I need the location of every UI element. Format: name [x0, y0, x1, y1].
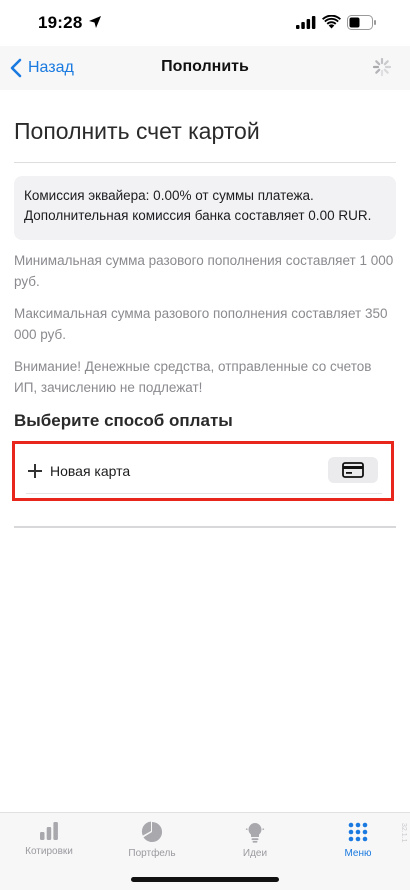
status-time: 19:28: [38, 13, 83, 32]
new-card-label: Новая карта: [50, 463, 131, 479]
tab-portfolio[interactable]: Портфель: [112, 821, 192, 859]
min-amount-text: Минимальная сумма разового пополнения со…: [14, 253, 394, 289]
credit-card-icon: [342, 462, 364, 478]
heading-divider: [14, 162, 396, 163]
battery-icon: [347, 15, 376, 30]
tab-ideas[interactable]: Идеи: [215, 821, 295, 859]
commission-info-box: Комиссия эквайера: 0.00% от суммы платеж…: [14, 176, 396, 240]
max-amount-text: Максимальная сумма разового пополнения с…: [14, 306, 388, 342]
tab-quotes-label: Котировки: [25, 846, 73, 857]
navigation-bar: Назад Пополнить: [0, 46, 410, 90]
plus-icon: [28, 464, 42, 478]
back-button[interactable]: Назад: [10, 54, 74, 82]
home-indicator: [131, 877, 279, 882]
cellular-signal-icon: [296, 16, 316, 29]
wifi-icon: [322, 15, 341, 29]
commission-bank-text: Дополнительная комиссия банка составляет…: [24, 208, 372, 223]
lightbulb-icon: [245, 823, 265, 843]
warning-text: Внимание! Денежные средства, отправленны…: [14, 359, 372, 395]
tab-portfolio-label: Портфель: [128, 848, 176, 859]
payment-method-title: Выберите способ оплаты: [14, 411, 233, 430]
app-version: 32.1.1: [400, 823, 407, 843]
new-card-button[interactable]: Новая карта: [26, 451, 382, 491]
tab-menu-label: Меню: [344, 848, 372, 859]
location-arrow-icon: [89, 16, 101, 28]
page-title: Пополнить счет картой: [14, 118, 260, 144]
grid-dots-icon: [348, 822, 368, 842]
commission-acquirer-text: Комиссия эквайера: 0.00% от суммы платеж…: [24, 188, 314, 203]
row-divider: [26, 493, 382, 494]
pie-chart-icon: [141, 821, 163, 842]
chevron-left-icon: [10, 58, 22, 78]
loading-spinner-icon: [372, 57, 392, 77]
tab-ideas-label: Идеи: [242, 848, 268, 859]
card-chip: [328, 457, 378, 483]
section-divider: [14, 526, 396, 528]
status-bar: 19:28: [0, 0, 410, 46]
bar-chart-icon: [40, 822, 58, 840]
back-button-label: Назад: [28, 59, 74, 76]
tab-quotes[interactable]: Котировки: [9, 821, 89, 857]
tab-menu[interactable]: Меню: [318, 821, 398, 859]
